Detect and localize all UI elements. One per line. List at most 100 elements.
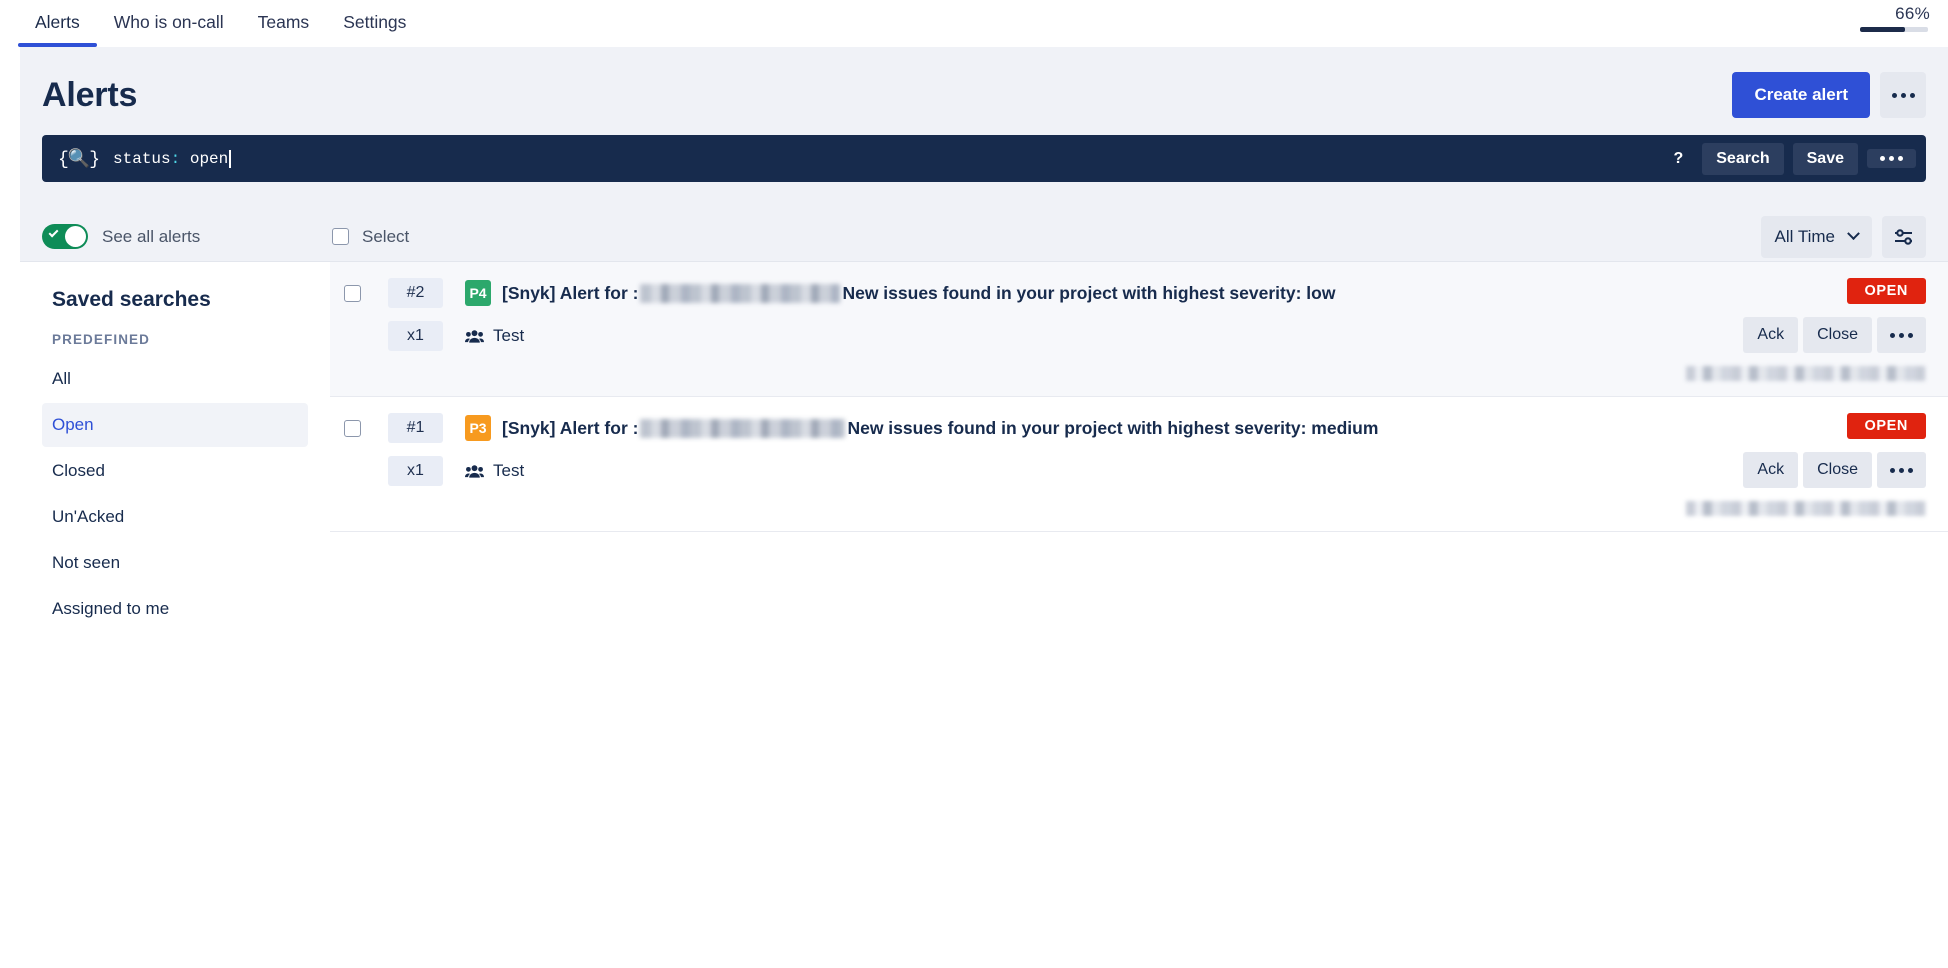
tab-settings[interactable]: Settings (326, 0, 423, 44)
check-icon (48, 227, 59, 238)
save-search-button[interactable]: Save (1792, 142, 1858, 175)
tab-who-is-on-call[interactable]: Who is on-call (97, 0, 241, 44)
tab-teams[interactable]: Teams (241, 0, 327, 44)
sidebar-item-not-seen[interactable]: Not seen (42, 541, 308, 585)
time-range-dropdown[interactable]: All Time (1760, 215, 1872, 258)
page-header-row: Alerts Create alert (42, 69, 1926, 121)
alert-action-buttons: Ack Close (1743, 317, 1926, 353)
alert-close-button[interactable]: Close (1803, 317, 1872, 353)
alert-priority-badge: P3 (465, 415, 491, 441)
alert-status-badge: OPEN (1846, 278, 1926, 304)
team-people-icon (465, 329, 484, 343)
alert-count-badge: x1 (388, 321, 443, 351)
alert-count-badge: x1 (388, 456, 443, 486)
text-cursor (229, 149, 231, 168)
search-button[interactable]: Search (1702, 142, 1784, 175)
saved-searches-sidebar: Saved searches PREDEFINED All Open Close… (20, 262, 330, 968)
sidebar-item-unacked[interactable]: Un'Acked (42, 495, 308, 539)
alert-row[interactable]: #1 P3 [Snyk] Alert for : New issues found i… (330, 397, 1948, 532)
see-all-alerts-toggle[interactable] (42, 224, 88, 249)
redacted-timestamp-block (1686, 501, 1926, 516)
predefined-section-label: PREDEFINED (52, 332, 151, 347)
sidebar-item-assigned-to-me[interactable]: Assigned to me (42, 587, 308, 631)
alert-team: Test (465, 461, 524, 481)
alert-close-button[interactable]: Close (1803, 452, 1872, 488)
ellipsis-icon (1891, 92, 1915, 98)
page-header: Alerts Create alert {🔍} status: open ? S… (20, 47, 1948, 212)
alert-title-prefix: [Snyk] Alert for : (502, 417, 639, 438)
alert-more-options-button[interactable] (1877, 317, 1926, 353)
redacted-text-block (640, 283, 841, 303)
alerts-list: #2 P4 [Snyk] Alert for : New issues found i… (330, 262, 1948, 968)
sidebar-item-open[interactable]: Open (42, 403, 308, 447)
tab-teams-label: Teams (257, 11, 310, 32)
query-braces-search-icon: {🔍} (58, 149, 100, 170)
alert-select-checkbox[interactable] (344, 284, 361, 302)
alert-row-actions: OPEN Ack Close (1686, 278, 1926, 381)
page-body: Saved searches PREDEFINED All Open Close… (20, 262, 1948, 968)
select-all-control: Select (332, 227, 409, 247)
alert-priority-badge: P4 (465, 280, 491, 306)
browser-zoom-indicator: 66% (1860, 4, 1930, 32)
alert-title-prefix: [Snyk] Alert for : (502, 282, 639, 303)
alert-title-suffix: New issues found in your project with hi… (842, 282, 1336, 303)
sidebar-item-closed[interactable]: Closed (42, 449, 308, 493)
toggle-knob (65, 226, 86, 247)
tab-alerts[interactable]: Alerts (18, 0, 97, 47)
ellipsis-icon (1890, 467, 1913, 473)
nav-tabs: Alerts Who is on-call Teams Settings (18, 0, 423, 47)
team-people-icon (465, 464, 484, 478)
page-title: Alerts (42, 75, 138, 114)
chevron-down-icon (1847, 227, 1860, 241)
toolbar-right-actions: All Time (1760, 215, 1926, 258)
alert-select-checkbox[interactable] (344, 419, 361, 437)
sidebar-item-all[interactable]: All (42, 357, 308, 401)
select-all-checkbox[interactable] (332, 228, 349, 245)
query-search-bar[interactable]: {🔍} status: open ? Search Save (42, 135, 1926, 182)
ellipsis-icon (1890, 332, 1913, 338)
page-more-options-button[interactable] (1880, 72, 1926, 118)
list-toolbar: See all alerts Select All Time (20, 212, 1948, 262)
top-navigation-bar: Alerts Who is on-call Teams Settings 66% (0, 0, 1948, 47)
query-separator: : (170, 149, 181, 168)
alert-title[interactable]: [Snyk] Alert for : New issues found in yo… (502, 418, 1378, 439)
page-header-actions: Create alert (1732, 72, 1926, 118)
alert-row-actions: OPEN Ack Close (1686, 413, 1926, 516)
alert-team-label: Test (493, 461, 525, 480)
alert-team-label: Test (493, 326, 525, 345)
tab-alerts-label: Alerts (35, 11, 80, 32)
alert-ack-button[interactable]: Ack (1743, 452, 1799, 488)
alert-status-badge: OPEN (1846, 413, 1926, 439)
ellipsis-icon (1880, 156, 1903, 161)
alerts-page: Alerts Create alert {🔍} status: open ? S… (20, 47, 1948, 968)
alert-more-options-button[interactable] (1877, 452, 1926, 488)
alert-id-badge: #2 (388, 278, 443, 308)
alert-title[interactable]: [Snyk] Alert for : New issues found in yo… (502, 283, 1335, 304)
time-range-value: All Time (1774, 226, 1835, 246)
sliders-icon (1895, 228, 1912, 245)
zoom-level-label: 66% (1895, 4, 1930, 23)
alert-row[interactable]: #2 P4 [Snyk] Alert for : New issues found i… (330, 262, 1948, 397)
query-value: open (189, 149, 229, 168)
query-actions: ? Search Save (1663, 142, 1916, 175)
create-alert-button[interactable]: Create alert (1732, 72, 1870, 118)
alert-action-buttons: Ack Close (1743, 452, 1926, 488)
see-all-alerts-control: See all alerts (42, 224, 332, 249)
alert-team: Test (465, 326, 524, 346)
redacted-timestamp-block (1686, 366, 1926, 381)
query-more-options-button[interactable] (1867, 149, 1916, 168)
alert-id-badge: #1 (388, 413, 443, 443)
query-help-button[interactable]: ? (1663, 150, 1693, 168)
filter-settings-button[interactable] (1882, 215, 1926, 258)
alert-ack-button[interactable]: Ack (1743, 317, 1799, 353)
see-all-alerts-label: See all alerts (102, 226, 201, 246)
tab-settings-label: Settings (343, 11, 407, 32)
zoom-level-bar (1860, 27, 1928, 32)
tab-who-is-on-call-label: Who is on-call (113, 11, 224, 32)
redacted-text-block (640, 418, 846, 438)
query-key: status (113, 149, 171, 168)
saved-searches-title: Saved searches (52, 288, 211, 311)
select-all-label: Select (362, 226, 410, 246)
alert-title-suffix: New issues found in your project with hi… (847, 417, 1379, 438)
query-input[interactable]: status: open (113, 149, 1663, 168)
